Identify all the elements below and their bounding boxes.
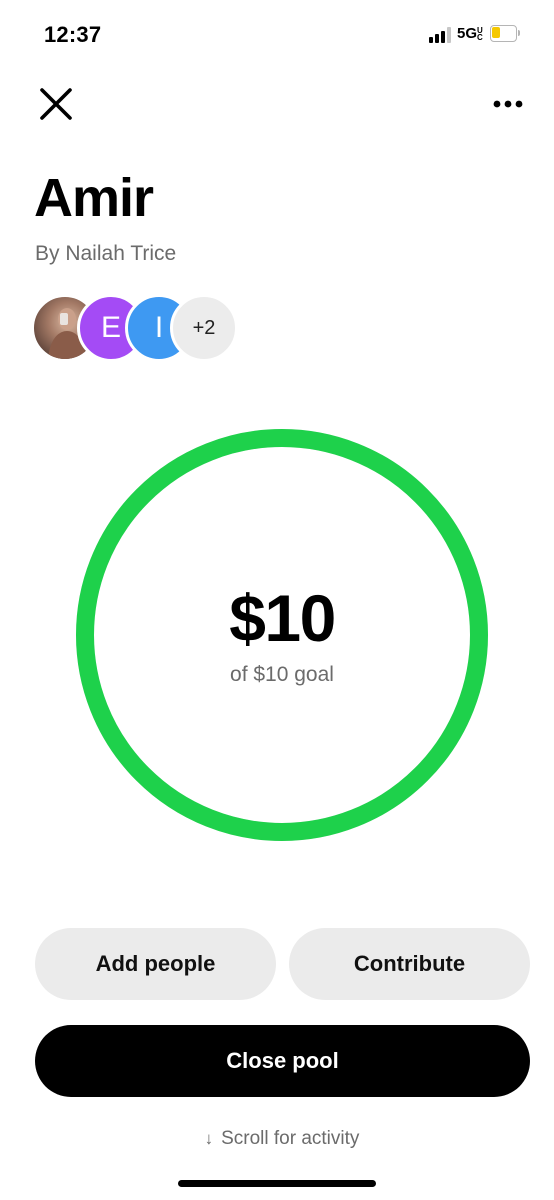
close-icon	[40, 88, 72, 120]
arrow-down-icon: ↓	[204, 1129, 214, 1148]
avatar-initial: I	[154, 311, 164, 344]
add-people-button[interactable]: Add people	[35, 928, 276, 1000]
pool-owner: By Nailah Trice	[35, 242, 177, 265]
battery-icon	[490, 25, 520, 42]
network-indicator: 5GUC	[457, 25, 485, 42]
close-pool-button[interactable]: Close pool	[35, 1025, 530, 1097]
pool-goal-text: of $10 goal	[230, 663, 334, 686]
pool-amount: $10	[229, 581, 336, 655]
status-time: 12:37	[44, 22, 102, 47]
more-options-icon	[493, 100, 523, 108]
scroll-hint-label: Scroll for activity	[221, 1128, 360, 1149]
scroll-for-activity[interactable]: ↓ Scroll for activity	[0, 1128, 554, 1150]
status-bar: 12:37 5GUC	[0, 0, 554, 70]
network-badge: UC	[477, 26, 483, 43]
network-type: 5G	[457, 25, 478, 42]
more-options-button[interactable]	[486, 82, 530, 126]
avatar-initial: E	[100, 311, 121, 344]
contribute-button[interactable]: Contribute	[289, 928, 530, 1000]
more-participants-badge: +2	[170, 294, 238, 362]
participant-avatars[interactable]: E I +2	[31, 294, 244, 364]
more-participants-count: +2	[192, 316, 216, 339]
signal-bars-icon	[429, 27, 453, 43]
battery-fill	[492, 27, 500, 38]
pool-title: Amir	[34, 168, 154, 228]
home-indicator[interactable]	[178, 1180, 376, 1187]
close-button[interactable]	[32, 80, 80, 128]
